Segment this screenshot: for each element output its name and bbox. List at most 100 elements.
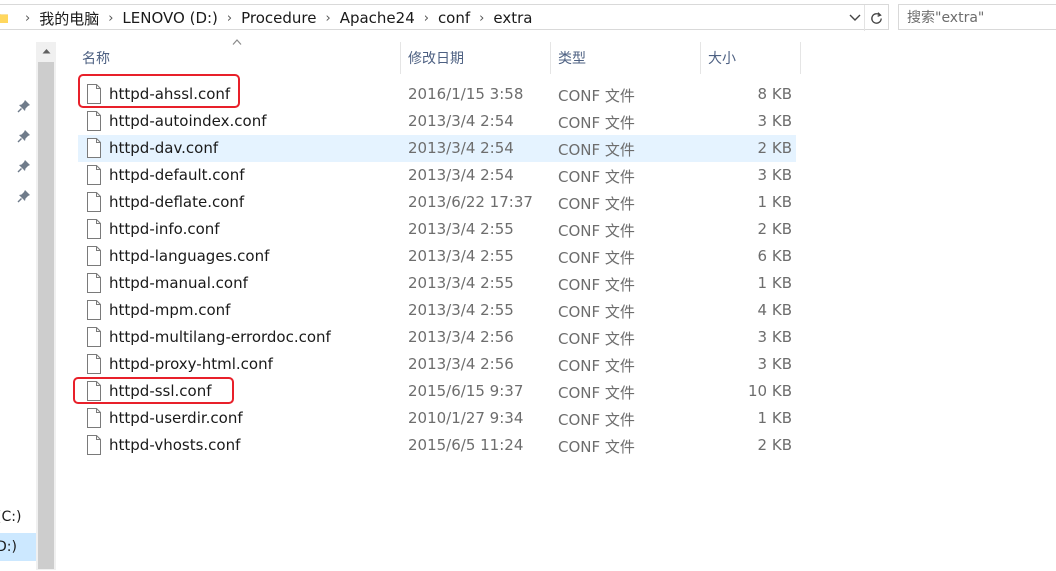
folder-icon: [0, 14, 8, 23]
file-size: 4 KB: [757, 301, 792, 319]
file-type: CONF 文件: [558, 195, 635, 213]
file-date: 2013/3/4 2:54: [408, 139, 514, 157]
file-icon: [87, 435, 101, 455]
file-row[interactable]: httpd-multilang-errordoc.conf 2013/3/4 2…: [78, 324, 796, 351]
file-icon: [87, 165, 101, 185]
file-row[interactable]: httpd-deflate.conf 2013/6/22 17:37 CONF …: [78, 189, 796, 216]
nav-scrollbar-thumb[interactable]: [38, 62, 54, 569]
scroll-up-button[interactable]: [36, 42, 56, 60]
column-divider[interactable]: [400, 42, 401, 74]
file-name: httpd-vhosts.conf: [109, 436, 241, 454]
file-name: httpd-userdir.conf: [109, 409, 243, 427]
file-icon: [87, 246, 101, 266]
chevron-right-icon[interactable]: ›: [318, 11, 337, 26]
file-date: 2016/1/15 3:58: [408, 85, 524, 103]
file-type: CONF 文件: [558, 141, 635, 159]
file-type: CONF 文件: [558, 222, 635, 240]
file-size: 2 KB: [757, 220, 792, 238]
file-row[interactable]: httpd-info.conf 2013/3/4 2:55 CONF 文件 2 …: [78, 216, 796, 243]
address-history-dropdown[interactable]: [846, 5, 864, 31]
breadcrumb-item[interactable]: extra: [491, 9, 534, 27]
file-size: 3 KB: [757, 166, 792, 184]
file-row[interactable]: httpd-default.conf 2013/3/4 2:54 CONF 文件…: [78, 162, 796, 189]
file-name: httpd-proxy-html.conf: [109, 355, 273, 373]
file-type: CONF 文件: [558, 330, 635, 348]
column-header-name[interactable]: 名称: [76, 42, 400, 74]
address-bar[interactable]: › 我的电脑 › LENOVO (D:) › Procedure › Apach…: [0, 4, 889, 31]
file-icon: [87, 138, 101, 158]
breadcrumb-item[interactable]: LENOVO (D:): [120, 9, 219, 27]
file-row[interactable]: httpd-languages.conf 2013/3/4 2:55 CONF …: [78, 243, 796, 270]
breadcrumb-item[interactable]: Apache24: [338, 9, 417, 27]
file-explorer-window: › 我的电脑 › LENOVO (D:) › Procedure › Apach…: [0, 0, 1056, 571]
pin-icon[interactable]: [17, 159, 31, 173]
file-type: CONF 文件: [558, 411, 635, 429]
file-size: 3 KB: [757, 112, 792, 130]
breadcrumb-item[interactable]: 我的电脑: [37, 8, 101, 29]
file-row[interactable]: httpd-manual.conf 2013/3/4 2:55 CONF 文件 …: [78, 270, 796, 297]
file-row[interactable]: httpd-autoindex.conf 2013/3/4 2:54 CONF …: [78, 108, 796, 135]
chevron-right-icon[interactable]: ›: [101, 11, 120, 26]
file-row[interactable]: httpd-proxy-html.conf 2013/3/4 2:56 CONF…: [78, 351, 796, 378]
file-icon: [87, 408, 101, 428]
file-date: 2013/3/4 2:55: [408, 301, 514, 319]
chevron-up-icon: [42, 49, 50, 54]
file-name: httpd-ahssl.conf: [109, 85, 231, 103]
file-icon: [87, 84, 101, 104]
nav-item-drive-d[interactable]: D:): [0, 533, 36, 561]
chevron-right-icon[interactable]: ›: [18, 11, 37, 26]
file-name: httpd-default.conf: [109, 166, 245, 184]
file-date: 2013/6/22 17:37: [408, 193, 533, 211]
file-name: httpd-ssl.conf: [109, 382, 212, 400]
file-type: CONF 文件: [558, 168, 635, 186]
file-date: 2013/3/4 2:55: [408, 274, 514, 292]
file-row[interactable]: httpd-mpm.conf 2013/3/4 2:55 CONF 文件 4 K…: [78, 297, 796, 324]
nav-item-drive-c[interactable]: (C:): [0, 504, 36, 530]
column-divider[interactable]: [550, 42, 551, 74]
search-input[interactable]: 搜索"extra": [898, 4, 1056, 30]
file-name: httpd-mpm.conf: [109, 301, 231, 319]
file-icon: [87, 327, 101, 347]
file-icon: [87, 111, 101, 131]
file-type: CONF 文件: [558, 87, 635, 105]
file-type: CONF 文件: [558, 438, 635, 456]
file-size: 1 KB: [757, 274, 792, 292]
file-size: 1 KB: [757, 193, 792, 211]
file-name: httpd-multilang-errordoc.conf: [109, 328, 331, 346]
chevron-right-icon[interactable]: ›: [472, 11, 491, 26]
column-header-size[interactable]: 大小: [702, 42, 800, 74]
file-date: 2013/3/4 2:54: [408, 112, 514, 130]
column-header-date[interactable]: 修改日期: [402, 42, 550, 74]
pin-icon[interactable]: [17, 189, 31, 203]
column-divider[interactable]: [800, 42, 801, 74]
file-row[interactable]: httpd-vhosts.conf 2015/6/5 11:24 CONF 文件…: [78, 432, 796, 459]
file-type: CONF 文件: [558, 357, 635, 375]
file-type: CONF 文件: [558, 276, 635, 294]
file-row[interactable]: httpd-dav.conf 2013/3/4 2:54 CONF 文件 2 K…: [78, 135, 796, 162]
file-type: CONF 文件: [558, 303, 635, 321]
breadcrumb-item[interactable]: conf: [436, 9, 472, 27]
file-row[interactable]: httpd-ahssl.conf 2016/1/15 3:58 CONF 文件 …: [78, 81, 796, 108]
refresh-button[interactable]: [864, 5, 888, 31]
file-type: CONF 文件: [558, 249, 635, 267]
file-size: 1 KB: [757, 409, 792, 427]
file-row[interactable]: httpd-ssl.conf 2015/6/15 9:37 CONF 文件 10…: [78, 378, 796, 405]
file-date: 2013/3/4 2:54: [408, 166, 514, 184]
pin-icon[interactable]: [17, 129, 31, 143]
file-date: 2013/3/4 2:56: [408, 328, 514, 346]
pin-icon[interactable]: [17, 99, 31, 113]
breadcrumb-item[interactable]: Procedure: [239, 9, 318, 27]
file-name: httpd-languages.conf: [109, 247, 270, 265]
file-icon: [87, 192, 101, 212]
file-row[interactable]: httpd-userdir.conf 2010/1/27 9:34 CONF 文…: [78, 405, 796, 432]
file-size: 8 KB: [757, 85, 792, 103]
file-size: 3 KB: [757, 355, 792, 373]
chevron-down-icon: [849, 14, 861, 21]
chevron-right-icon[interactable]: ›: [417, 11, 436, 26]
file-size: 3 KB: [757, 328, 792, 346]
file-size: 2 KB: [757, 139, 792, 157]
column-header-type[interactable]: 类型: [552, 42, 700, 74]
chevron-right-icon[interactable]: ›: [220, 11, 239, 26]
breadcrumb: › 我的电脑 › LENOVO (D:) › Procedure › Apach…: [18, 5, 534, 31]
column-divider[interactable]: [700, 42, 701, 74]
